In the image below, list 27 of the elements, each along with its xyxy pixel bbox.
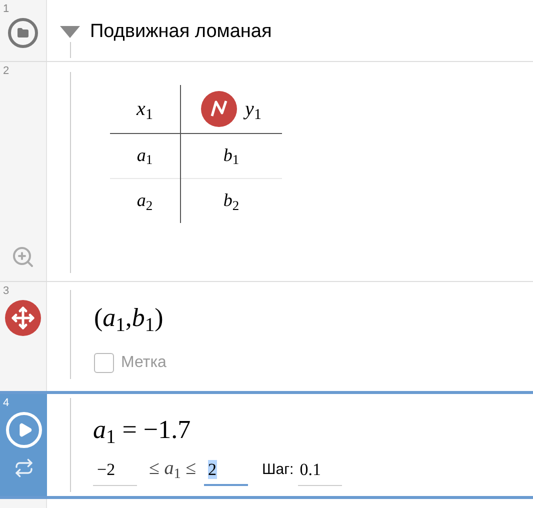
step-field[interactable]: 0.1	[298, 457, 342, 486]
row-number: 2	[3, 64, 10, 79]
table-cell[interactable]: a$_{1}$	[136, 145, 153, 165]
checkbox-label: Метка	[121, 353, 166, 373]
slider-expression[interactable]: a$_{1}$ = −1.7	[93, 410, 342, 449]
row-number: 4	[3, 396, 10, 411]
table-cell[interactable]: b$_{2}$	[223, 190, 240, 210]
play-icon[interactable]	[6, 412, 42, 448]
collapse-triangle-icon[interactable]	[60, 26, 80, 38]
row-number: 3	[3, 284, 10, 299]
column-header: y$_{1}$	[245, 96, 262, 124]
table-cell[interactable]: a$_{2}$	[136, 190, 153, 210]
column-header: x$_{1}$	[136, 96, 153, 124]
folder-icon[interactable]	[8, 18, 38, 48]
repeat-icon[interactable]	[14, 458, 34, 478]
zoom-in-icon[interactable]	[11, 245, 35, 269]
move-point-icon[interactable]	[5, 300, 41, 336]
slider-max-field[interactable]: 2	[204, 457, 248, 486]
label-checkbox[interactable]	[94, 353, 114, 373]
table-cell[interactable]: b$_{1}$	[223, 145, 240, 165]
slider-min-field[interactable]: −2	[93, 457, 137, 486]
row-number: 1	[3, 2, 10, 17]
zigzag-icon[interactable]	[201, 90, 238, 127]
step-label: Шаг:	[262, 460, 294, 480]
folder-title: Подвижная ломаная	[90, 20, 272, 44]
point-expression[interactable]: (a$_{1}$,b$_{1}$)	[94, 298, 166, 337]
slider-inequality: ≤ a$_{1}$ ≤	[149, 457, 196, 484]
